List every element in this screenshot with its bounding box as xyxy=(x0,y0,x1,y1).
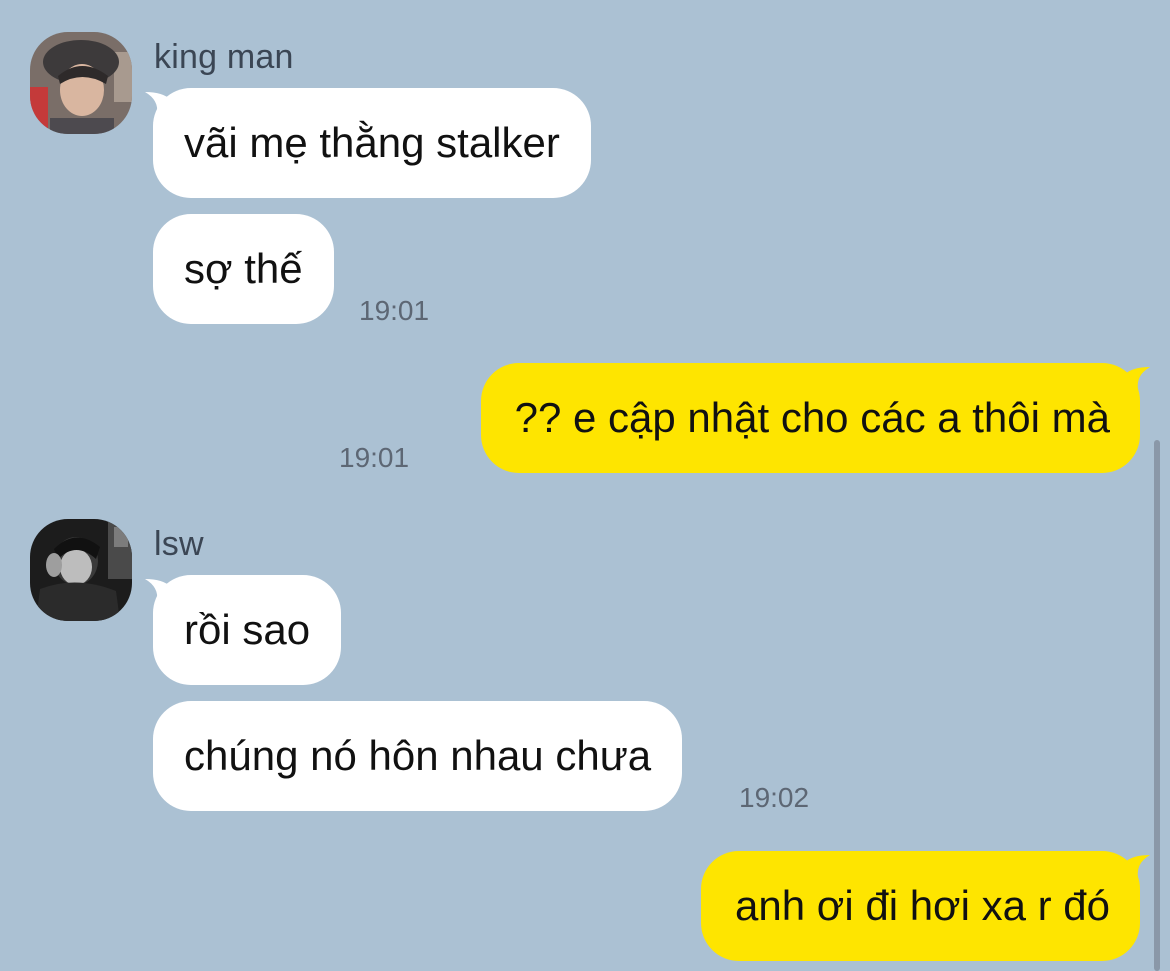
message-bubble[interactable]: anh ơi đi hơi xa r đó xyxy=(701,851,1140,961)
avatar-lsw[interactable] xyxy=(30,519,132,621)
message-timestamp: 19:01 xyxy=(339,442,410,473)
sender-name: king man xyxy=(154,38,294,76)
avatar-king-man[interactable] xyxy=(30,32,132,134)
message-bubble[interactable]: sợ thế xyxy=(153,214,334,324)
bubble-tail xyxy=(1124,855,1150,877)
chat-scrollbar[interactable] xyxy=(1154,440,1160,971)
message-timestamp: 19:02 xyxy=(739,782,810,813)
sender-name: lsw xyxy=(154,525,204,563)
message-bubble[interactable]: rồi sao xyxy=(153,575,342,685)
message-timestamp: 19:01 xyxy=(359,295,430,326)
message-bubble[interactable]: chúng nó hôn nhau chưa xyxy=(153,701,683,811)
message-bubble[interactable]: vãi mẹ thằng stalker xyxy=(153,88,591,198)
bubble-tail xyxy=(1124,367,1150,389)
message-bubble[interactable]: ?? e cập nhật cho các a thôi mà xyxy=(480,363,1140,473)
